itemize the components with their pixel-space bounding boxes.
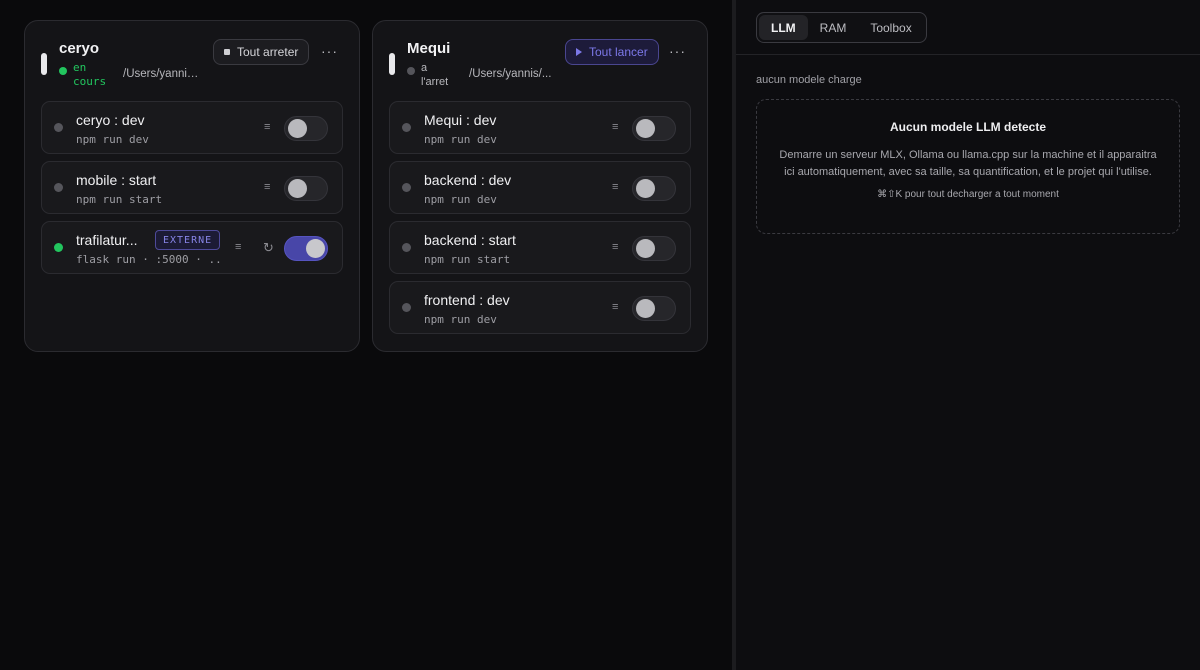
- process-toggle[interactable]: [632, 296, 676, 321]
- project-status: en cours: [59, 61, 113, 89]
- process-status-dot-icon: [402, 243, 411, 252]
- process-status-dot-icon: [54, 183, 63, 192]
- panel-divider: [736, 54, 1200, 55]
- project-card-ceryo: ceryo en cours /Users/yannis/... Tout ar…: [24, 20, 360, 352]
- project-title: ceryo: [59, 40, 100, 57]
- process-name: trafilatur...: [76, 232, 138, 248]
- project-path: /Users/yannis/...: [123, 68, 203, 80]
- process-row: ceryo : dev npm run dev ≡: [41, 101, 343, 154]
- project-card-mequi: Mequi a l'arret /Users/yannis/... Tout l…: [372, 20, 708, 352]
- status-text: en cours: [73, 61, 107, 88]
- stop-all-button[interactable]: Tout arreter: [213, 39, 310, 65]
- project-card-header: ceryo en cours /Users/yannis/... Tout ar…: [25, 21, 359, 101]
- process-row: Mequi : dev npm run dev ≡: [389, 101, 691, 154]
- toggle-knob: [636, 239, 655, 258]
- panel-tabs: LLM RAM Toolbox: [756, 12, 927, 43]
- status-text: a l'arret: [421, 62, 449, 88]
- process-name: Mequi : dev: [424, 112, 497, 128]
- side-panel: LLM RAM Toolbox aucun modele charge Aucu…: [736, 0, 1200, 670]
- process-command: npm run start: [424, 253, 511, 266]
- process-row: trafilatur... EXTERNE flask run · :5000 …: [41, 221, 343, 274]
- tab-toolbox[interactable]: Toolbox: [858, 15, 923, 40]
- process-status-dot-icon: [54, 123, 63, 132]
- restart-icon[interactable]: ↻: [263, 240, 274, 256]
- project-status: a l'arret: [407, 61, 457, 89]
- logs-menu-icon[interactable]: ≡: [264, 181, 270, 193]
- logs-menu-icon[interactable]: ≡: [612, 241, 618, 253]
- project-path: /Users/yannis/...: [469, 68, 552, 80]
- empty-state-description: Demarre un serveur MLX, Ollama ou llama.…: [779, 149, 1157, 178]
- shortcut-hint: ⌘⇧K pour tout decharger a tout moment: [877, 189, 1059, 200]
- process-row: backend : dev npm run dev ≡: [389, 161, 691, 214]
- process-toggle[interactable]: [284, 116, 328, 141]
- empty-state: Aucun modele LLM detecte Demarre un serv…: [756, 99, 1180, 234]
- process-row: frontend : dev npm run dev ≡: [389, 281, 691, 334]
- logs-menu-icon[interactable]: ≡: [264, 121, 270, 133]
- more-options-icon[interactable]: ···: [669, 43, 686, 59]
- toggle-knob: [636, 119, 655, 138]
- toggle-knob: [288, 179, 307, 198]
- process-toggle[interactable]: [284, 176, 328, 201]
- status-dot-icon: [59, 67, 67, 75]
- logs-menu-icon[interactable]: ≡: [235, 241, 241, 253]
- empty-state-title: Aucun modele LLM detecte: [889, 120, 1047, 134]
- project-card-header: Mequi a l'arret /Users/yannis/... Tout l…: [373, 21, 707, 101]
- status-dot-icon: [407, 67, 415, 75]
- process-name: ceryo : dev: [76, 112, 145, 128]
- process-name: frontend : dev: [424, 292, 510, 308]
- project-title: Mequi: [407, 40, 451, 57]
- process-command: npm run dev: [76, 133, 149, 146]
- stop-all-label: Tout arreter: [237, 45, 299, 59]
- tab-llm[interactable]: LLM: [759, 15, 808, 40]
- project-color-bar: [41, 53, 47, 75]
- process-toggle[interactable]: [632, 176, 676, 201]
- more-options-icon[interactable]: ···: [321, 43, 338, 59]
- logs-menu-icon[interactable]: ≡: [612, 181, 618, 193]
- process-command: npm run dev: [424, 193, 497, 206]
- process-name: backend : start: [424, 232, 516, 248]
- projects-area: ceryo en cours /Users/yannis/... Tout ar…: [0, 0, 732, 670]
- project-color-bar: [389, 53, 395, 75]
- process-command: flask run · :5000 · ...: [76, 253, 221, 266]
- process-command: npm run start: [76, 193, 163, 206]
- process-status-dot-icon: [402, 183, 411, 192]
- process-command: npm run dev: [424, 313, 497, 326]
- toggle-knob: [636, 179, 655, 198]
- process-row: backend : start npm run start ≡: [389, 221, 691, 274]
- logs-menu-icon[interactable]: ≡: [612, 301, 618, 313]
- process-status-dot-icon: [54, 243, 63, 252]
- toggle-knob: [288, 119, 307, 138]
- process-status-dot-icon: [402, 303, 411, 312]
- external-badge: EXTERNE: [155, 230, 221, 250]
- toggle-knob: [636, 299, 655, 318]
- toggle-knob: [306, 239, 325, 258]
- stop-icon: [224, 49, 230, 55]
- launch-all-label: Tout lancer: [589, 45, 648, 59]
- process-row: mobile : start npm run start ≡: [41, 161, 343, 214]
- model-status-text: aucun modele charge: [756, 74, 862, 86]
- process-toggle[interactable]: [632, 116, 676, 141]
- tab-ram[interactable]: RAM: [808, 15, 859, 40]
- launch-all-button[interactable]: Tout lancer: [565, 39, 659, 65]
- process-name: mobile : start: [76, 172, 157, 188]
- process-toggle[interactable]: [284, 236, 328, 261]
- process-command: npm run dev: [424, 133, 497, 146]
- process-toggle[interactable]: [632, 236, 676, 261]
- process-status-dot-icon: [402, 123, 411, 132]
- process-name: backend : dev: [424, 172, 512, 188]
- logs-menu-icon[interactable]: ≡: [612, 121, 618, 133]
- play-icon: [576, 48, 582, 56]
